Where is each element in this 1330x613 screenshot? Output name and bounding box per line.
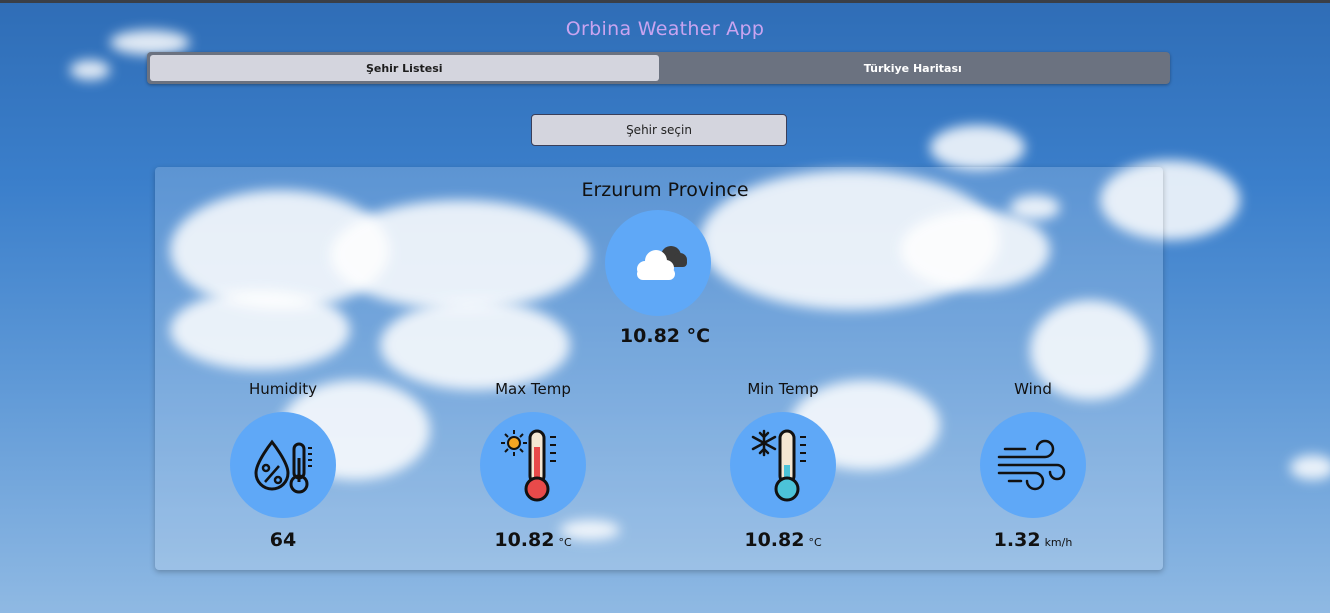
max-temp-label: Max Temp [495, 380, 571, 398]
min-temp-value-row: 10.82 °C [683, 529, 883, 551]
wind-value-row: 1.32 km/h [933, 529, 1133, 551]
cold-thermometer-icon [751, 429, 806, 502]
max-temp-value: 10.82 [494, 529, 555, 551]
wind-unit: km/h [1044, 536, 1073, 549]
current-temperature: 10.82 °C [619, 325, 711, 347]
humidity-value-row: 64 [183, 529, 383, 551]
max-temp-unit: °C [558, 536, 572, 549]
min-temp-label: Min Temp [747, 380, 819, 398]
min-temp-value: 10.82 [744, 529, 805, 551]
wind-badge [980, 412, 1086, 518]
max-temp-badge [480, 412, 586, 518]
city-select-placeholder: Şehir seçin [626, 123, 692, 137]
app-title: Orbina Weather App [565, 18, 765, 40]
min-temp-unit: °C [808, 536, 822, 549]
city-select-dropdown[interactable]: Şehir seçin [531, 114, 787, 146]
humidity-icon [254, 439, 312, 494]
humidity-label: Humidity [248, 380, 317, 398]
tab-turkey-map[interactable]: Türkiye Haritası [659, 55, 1168, 81]
wind-icon [997, 439, 1066, 491]
window-top-border [0, 0, 1330, 3]
humidity-value: 64 [269, 529, 297, 551]
max-temp-value-row: 10.82 °C [433, 529, 633, 551]
wind-value: 1.32 [993, 529, 1041, 551]
tab-city-list[interactable]: Şehir Listesi [150, 55, 659, 81]
humidity-badge [230, 412, 336, 518]
min-temp-badge [730, 412, 836, 518]
cloudy-icon [637, 246, 687, 280]
tab-bar: Şehir Listesi Türkiye Haritası [147, 52, 1170, 84]
wind-label: Wind [1014, 380, 1052, 398]
hot-thermometer-icon [501, 429, 556, 502]
weather-condition-badge [605, 210, 711, 316]
province-name: Erzurum Province [581, 179, 749, 201]
